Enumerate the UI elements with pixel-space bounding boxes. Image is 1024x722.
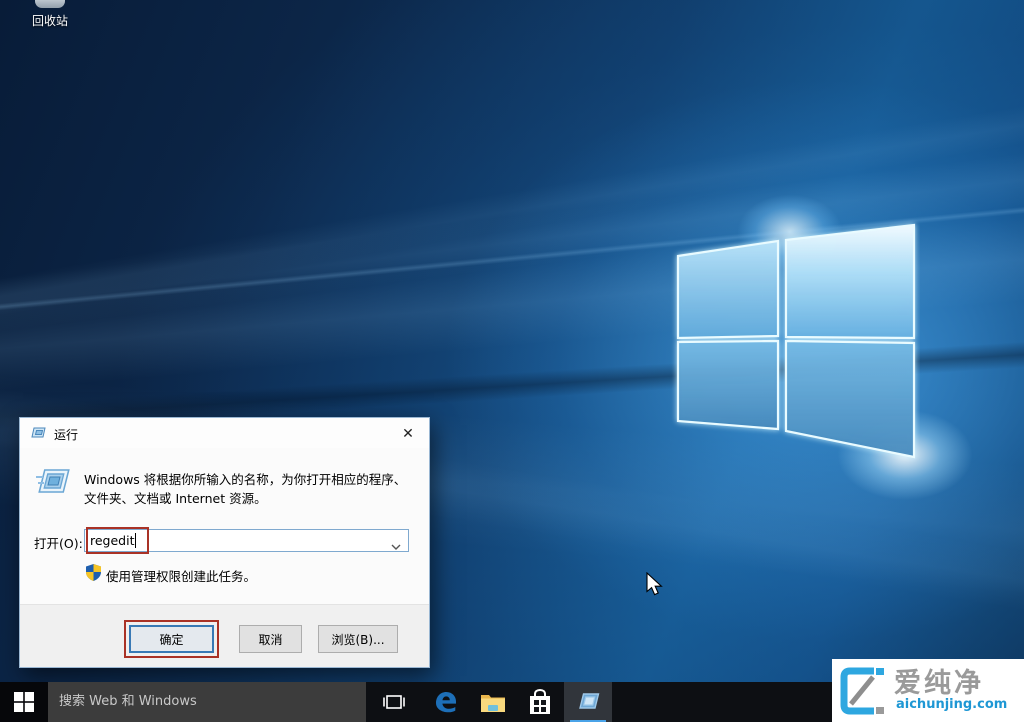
file-explorer-icon (480, 691, 506, 713)
run-dialog-icon (34, 465, 72, 502)
run-dialog-window: 运行 ✕ Windows 将根据你所输入的名称，为你打开相应的程序、 文件夹、文… (19, 417, 430, 668)
close-icon: ✕ (402, 425, 414, 441)
edge-icon (433, 689, 459, 715)
run-app-taskbar-button[interactable] (564, 682, 612, 722)
admin-permission-note: 使用管理权限创建此任务。 (106, 566, 256, 585)
watermark-site-url: aichunjing.com (896, 697, 1007, 712)
ok-button[interactable]: 确定 (129, 625, 214, 653)
store-button[interactable] (518, 682, 562, 722)
run-dialog-footer: 确定 取消 浏览(B)... (20, 604, 429, 667)
aichunjing-logo-icon (840, 666, 888, 720)
run-dialog-title: 运行 (54, 426, 78, 443)
chevron-down-icon[interactable] (391, 538, 401, 553)
task-view-icon (381, 693, 407, 711)
desktop: 回收站 运行 ✕ (0, 0, 1024, 722)
watermark-site-name: 爱纯净 (894, 661, 984, 700)
run-window-icon (31, 425, 47, 444)
browse-button[interactable]: 浏览(B)... (318, 625, 398, 653)
watermark-badge: 爱纯净 aichunjing.com (832, 659, 1024, 722)
description-line2: 文件夹、文档或 Internet 资源。 (84, 491, 267, 506)
task-view-button[interactable] (372, 682, 416, 722)
open-combobox[interactable]: regedit (84, 529, 409, 552)
windows-logo-wallpaper (670, 218, 920, 463)
mouse-cursor (646, 572, 665, 602)
taskbar-search-input[interactable]: 搜索 Web 和 Windows (48, 682, 366, 722)
annotation-box-input (86, 527, 149, 554)
uac-shield-icon (86, 564, 101, 584)
run-app-icon (576, 692, 600, 712)
desktop-icon-recycle-bin[interactable]: 回收站 (14, 0, 86, 29)
file-explorer-button[interactable] (471, 682, 515, 722)
recycle-bin-icon (35, 0, 65, 8)
run-dialog-description: Windows 将根据你所输入的名称，为你打开相应的程序、 文件夹、文档或 In… (84, 471, 420, 509)
cancel-button[interactable]: 取消 (239, 625, 302, 653)
recycle-bin-label: 回收站 (14, 12, 86, 29)
store-icon (528, 689, 552, 715)
search-placeholder: 搜索 Web 和 Windows (59, 694, 197, 709)
description-line1: Windows 将根据你所输入的名称，为你打开相应的程序、 (84, 472, 406, 487)
start-button[interactable] (0, 682, 48, 722)
run-dialog-titlebar[interactable]: 运行 ✕ (20, 418, 429, 448)
close-button[interactable]: ✕ (387, 418, 429, 448)
windows-start-icon (14, 692, 34, 712)
edge-browser-button[interactable] (424, 682, 468, 722)
open-label: 打开(O): (34, 533, 83, 552)
